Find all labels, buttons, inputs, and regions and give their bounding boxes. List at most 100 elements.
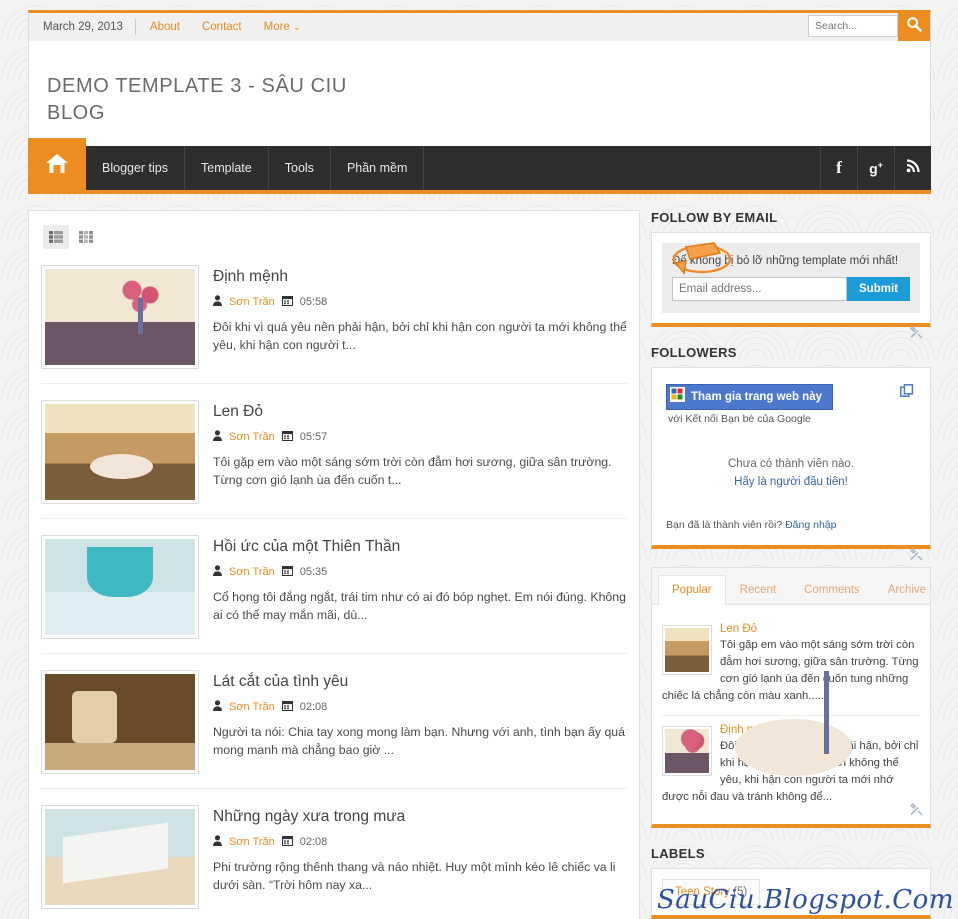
post-title[interactable]: Hồi ức của một Thiên Thần [213, 537, 627, 556]
widget-title-labels: LABELS [651, 846, 705, 861]
post-meta: Sơn Trần 05:57 [213, 430, 627, 444]
edit-widget-icon[interactable] [909, 547, 924, 565]
post-author[interactable]: Sơn Trần [229, 701, 275, 713]
post-author[interactable]: Sơn Trần [229, 836, 275, 848]
followers-signin-row: Bạn đã là thành viên rồi? Đăng nhập [666, 519, 916, 531]
sidebar: FOLLOW BY EMAIL Để không bị bỏ lỡ những … [651, 210, 931, 919]
edit-widget-icon[interactable] [909, 802, 924, 820]
signin-link[interactable]: Đăng nhập [785, 519, 836, 531]
join-site-subtitle: với Kết nối Bạn bè của Google [668, 413, 811, 425]
post-title[interactable]: Những ngày xưa trong mưa [213, 807, 627, 826]
post-item: Len Đỏ Sơn Trần 05:57 Tôi gặp em vào một sá… [41, 394, 627, 519]
post-body: Hồi ức của một Thiên Thần Sơn Trần 05:35 Cổ… [213, 535, 627, 639]
search-box [808, 10, 930, 41]
follow-by-email-description: Để không bị bỏ lỡ những template mới nhấ… [672, 255, 899, 267]
nav-item-phan-mem[interactable]: Phần mềm [331, 146, 425, 190]
grid-view-icon[interactable] [73, 225, 99, 249]
join-site-button[interactable]: Tham gia trang web này [666, 384, 833, 410]
nav-item-tools[interactable]: Tools [269, 146, 331, 190]
main-content: Định mệnh Sơn Trần 05:58 Đôi khi vì quá yêu… [28, 210, 640, 919]
post-author[interactable]: Sơn Trần [229, 566, 275, 578]
post-body: Len Đỏ Sơn Trần 05:57 Tôi gặp em vào một sá… [213, 400, 627, 504]
labels-box: Teen Story (5) [651, 868, 931, 919]
calendar-icon [281, 430, 293, 444]
topbar-link-about[interactable]: About [136, 21, 191, 33]
search-button[interactable] [898, 10, 930, 41]
followers-empty-state: Chưa có thành viên nào. Hãy là người đầu… [666, 455, 916, 491]
site-wrapper: March 29, 2013 About Contact More⌄ DEMO [28, 10, 931, 919]
followers-empty-line1: Chưa có thành viên nào. [728, 458, 854, 470]
post-title[interactable]: Lát cắt của tình yêu [213, 672, 627, 691]
site-header: DEMO TEMPLATE 3 - SÂU CIU BLOG [28, 41, 931, 146]
content-columns: Định mệnh Sơn Trần 05:58 Đôi khi vì quá yêu… [28, 210, 931, 919]
popout-icon[interactable] [900, 384, 914, 403]
facebook-link[interactable]: f [820, 146, 857, 190]
topbar-link-contact[interactable]: Contact [191, 21, 253, 33]
post-list: Định mệnh Sơn Trần 05:58 Đôi khi vì quá yêu… [41, 259, 627, 919]
post-meta: Sơn Trần 02:08 [213, 700, 627, 714]
post-author[interactable]: Sơn Trần [229, 431, 275, 443]
tab-panel-popular: Len Đỏ Tôi gặp em vào một sáng sớm trời c… [652, 605, 930, 824]
post-time: 02:08 [299, 836, 328, 848]
post-snippet: Tôi gặp em vào một sáng sớm trời còn đẫm… [213, 455, 612, 487]
popular-post-list: Len Đỏ Tôi gặp em vào một sáng sớm trời c… [662, 615, 920, 816]
post-thumbnail-image [45, 269, 195, 365]
tab-comments[interactable]: Comments [790, 575, 874, 605]
popular-post-thumbnail[interactable] [662, 625, 712, 675]
post-meta: Sơn Trần 02:08 [213, 835, 627, 849]
follow-by-email-form: Submit [672, 277, 910, 301]
post-time: 05:35 [299, 566, 328, 578]
post-snippet: Cổ họng tôi đắng ngắt, trái tim như có a… [213, 590, 626, 622]
calendar-icon [281, 565, 293, 579]
post-author[interactable]: Sơn Trần [229, 296, 275, 308]
tabs-box: Popular Recent Comments Archive Len Đỏ Tôi g… [651, 567, 931, 828]
email-field[interactable] [672, 277, 848, 301]
post-thumbnail-image [45, 539, 195, 635]
post-thumbnail[interactable] [41, 265, 199, 369]
tab-archive[interactable]: Archive [874, 575, 940, 605]
post-thumbnail[interactable] [41, 805, 199, 909]
submit-button[interactable]: Submit [847, 277, 910, 301]
list-view-icon[interactable] [43, 225, 69, 249]
search-icon [906, 16, 922, 35]
be-first-link[interactable]: Hãy là người đầu tiên! [734, 476, 848, 488]
home-icon [44, 152, 70, 181]
label-chip-name: Teen Story [675, 886, 730, 898]
page-root: March 29, 2013 About Contact More⌄ DEMO [0, 0, 958, 919]
post-title[interactable]: Định mệnh [213, 267, 627, 286]
post-time: 02:08 [299, 701, 328, 713]
chevron-down-icon: ⌄ [292, 22, 301, 32]
rss-link[interactable] [894, 146, 931, 190]
join-site-label: Tham gia trang web này [691, 391, 822, 403]
nav-item-home[interactable] [28, 138, 86, 194]
edit-widget-icon[interactable] [909, 325, 924, 343]
calendar-icon [281, 835, 293, 849]
post-thumbnail-image [45, 809, 195, 905]
google-plus-link[interactable]: g+ [857, 146, 894, 190]
search-input[interactable] [808, 15, 898, 37]
nav-item-template[interactable]: Template [185, 146, 269, 190]
social-links: f g+ [820, 146, 931, 190]
tab-recent[interactable]: Recent [726, 575, 790, 605]
tab-popular[interactable]: Popular [658, 575, 726, 605]
author-icon [213, 430, 222, 444]
post-meta: Sơn Trần 05:35 [213, 565, 627, 579]
main-navigation: Blogger tips Template Tools Phần mềm f g… [28, 138, 931, 194]
rss-icon [906, 158, 920, 178]
followers-box: Tham gia trang web này với Kết nối Bạn b… [651, 367, 931, 561]
post-thumbnail[interactable] [41, 670, 199, 774]
popular-post-thumbnail-image [665, 628, 709, 672]
widget-followers: FOLLOWERS Tham gia trang web này với Kết… [651, 345, 931, 561]
post-thumbnail[interactable] [41, 535, 199, 639]
post-item: Hồi ức của một Thiên Thần Sơn Trần 05:35 Cổ… [41, 529, 627, 654]
popular-post-thumbnail[interactable] [662, 726, 712, 776]
post-title[interactable]: Len Đỏ [213, 402, 627, 421]
post-meta: Sơn Trần 05:58 [213, 295, 627, 309]
author-icon [213, 565, 222, 579]
nav-item-blogger-tips[interactable]: Blogger tips [86, 146, 186, 190]
post-thumbnail[interactable] [41, 400, 199, 504]
topbar-link-more[interactable]: More ⌄ [253, 21, 312, 33]
post-item: Định mệnh Sơn Trần 05:58 Đôi khi vì quá yêu… [41, 259, 627, 384]
label-chip-teen-story[interactable]: Teen Story (5) [662, 879, 761, 905]
widget-post-tabs: Popular Recent Comments Archive Len Đỏ Tôi g… [651, 567, 931, 828]
